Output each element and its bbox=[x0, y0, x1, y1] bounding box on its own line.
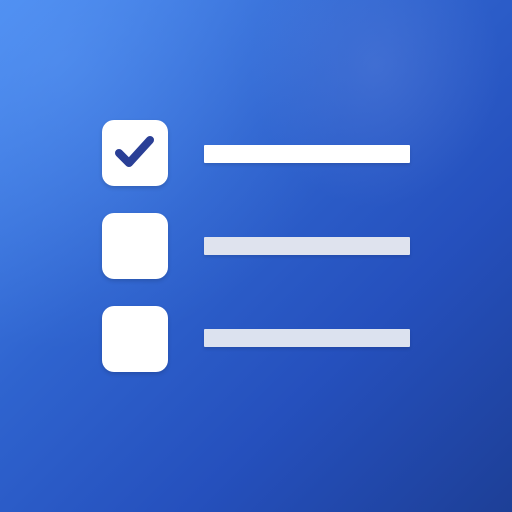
checklist-line-1 bbox=[204, 145, 410, 163]
checklist-line-3 bbox=[204, 329, 410, 347]
empty-checkbox-icon bbox=[102, 213, 168, 279]
empty-checkbox-icon bbox=[102, 306, 168, 372]
background-glow bbox=[240, 0, 512, 220]
checked-checkbox-icon bbox=[102, 120, 168, 186]
checklist-app-icon bbox=[0, 0, 512, 512]
checkmark-icon bbox=[115, 136, 154, 167]
checklist-line-2 bbox=[204, 237, 410, 255]
